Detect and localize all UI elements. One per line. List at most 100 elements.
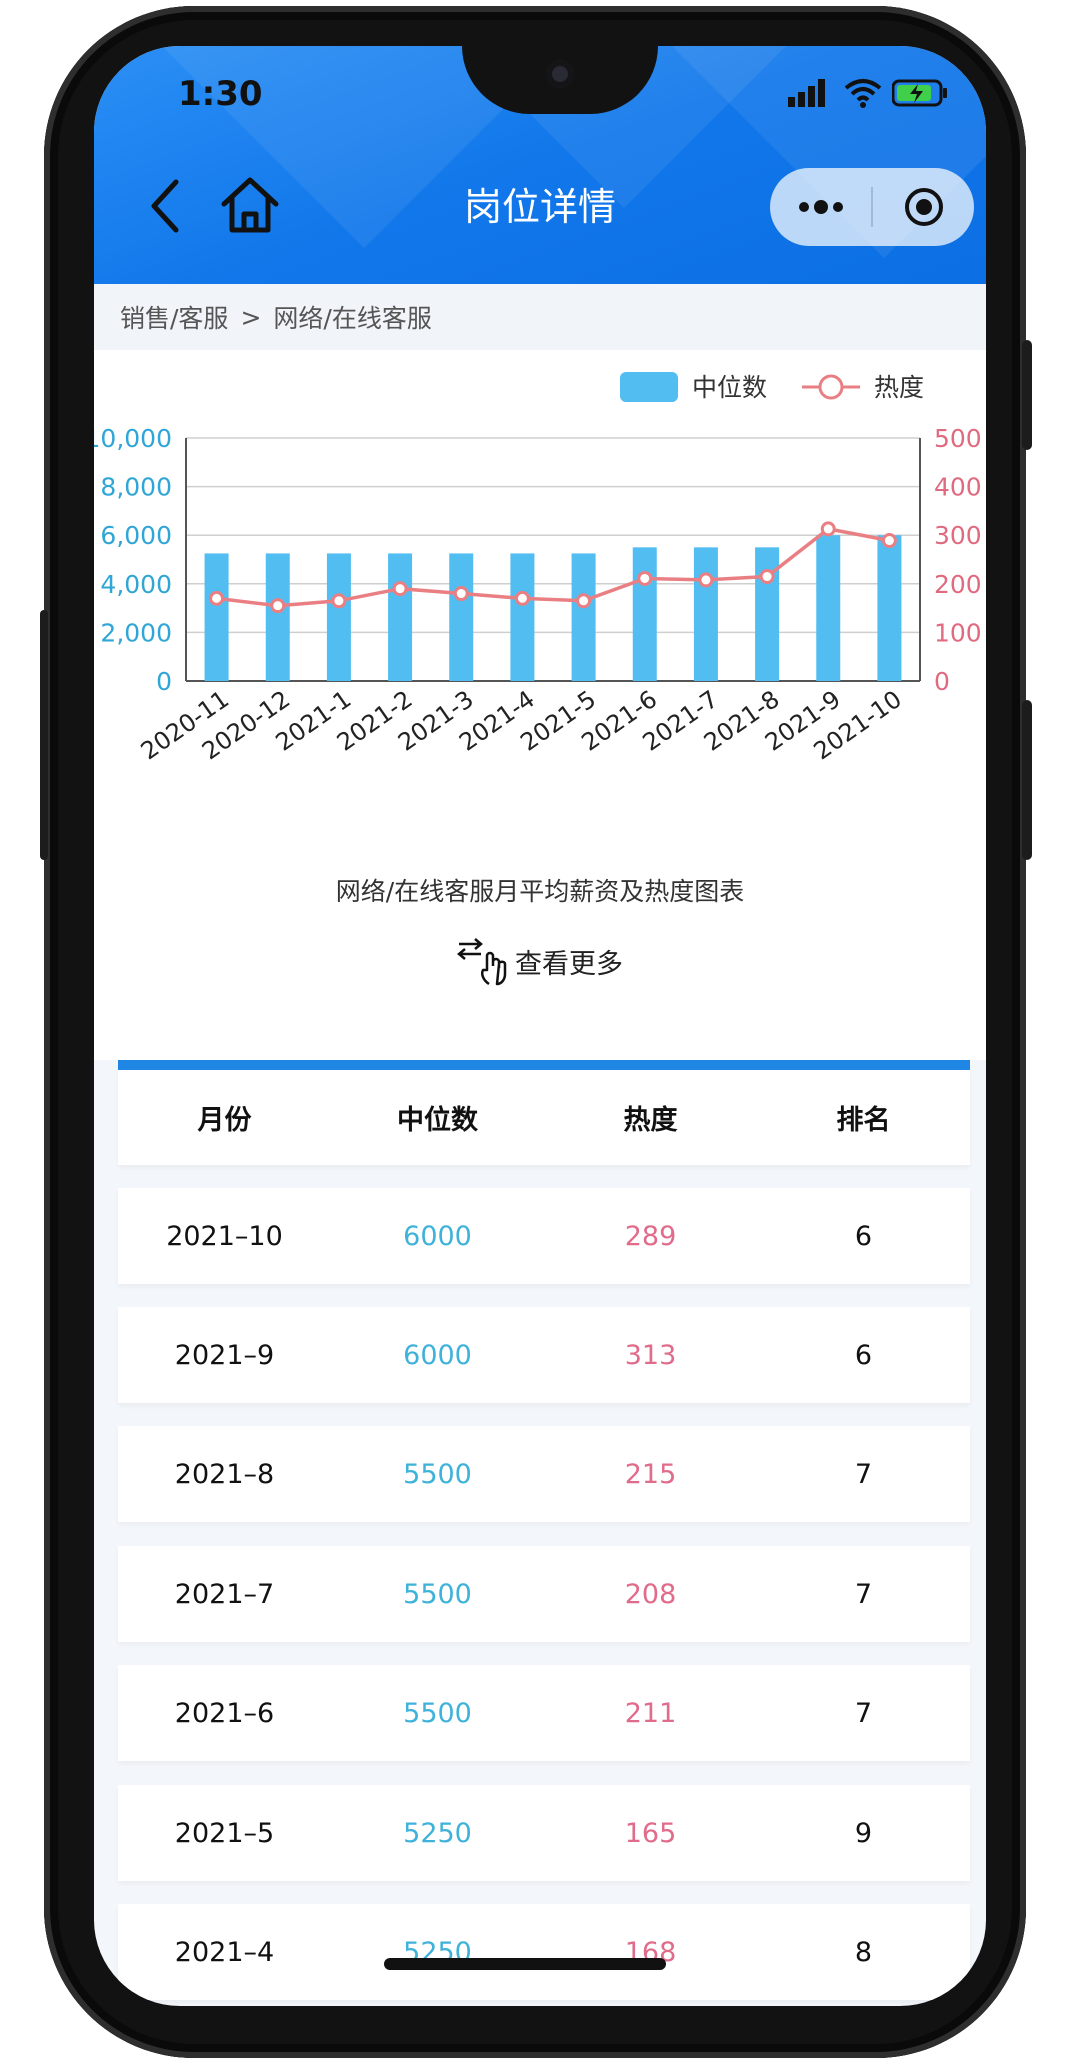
chart-card: 中位数 热度 0 2,000 4,000 6,000 8,000 10,000 0 100 2… (94, 350, 986, 1060)
legend-bar-swatch (620, 372, 678, 402)
bar (877, 535, 902, 681)
salary-heat-chart: 中位数 热度 0 2,000 4,000 6,000 8,000 10,000 0 100 2… (94, 372, 982, 765)
y-left-tick-label: 0 (156, 667, 172, 696)
bar (816, 535, 841, 681)
header-median: 中位数 (397, 1105, 478, 1136)
y-right-tick-label: 500 (934, 424, 982, 453)
cell-median: 5500 (403, 1578, 472, 1610)
mini-program-capsule (770, 168, 974, 246)
cell-heat: 208 (624, 1578, 677, 1610)
breadcrumb-category[interactable]: 销售/客服 (120, 299, 228, 335)
heat-point (881, 533, 897, 549)
power-button (1022, 340, 1032, 450)
legend-line-marker (818, 374, 844, 400)
y-right-tick-label: 0 (934, 667, 950, 696)
header-heat: 热度 (623, 1105, 678, 1136)
view-more-label: 查看更多 (515, 948, 623, 980)
y-right-tick-label: 200 (934, 570, 982, 599)
y-left-tick-label: 6,000 (100, 521, 172, 550)
cell-median: 5500 (403, 1697, 472, 1729)
cell-heat: 289 (624, 1220, 677, 1252)
heat-point (576, 593, 592, 609)
bar (693, 547, 718, 681)
cell-rank: 8 (854, 1936, 873, 1968)
more-dots-icon (798, 200, 843, 214)
cell-month: 2021–4 (174, 1936, 275, 1968)
table-row: 2021–9 6000 313 6 (118, 1307, 970, 1403)
cell-heat: 211 (624, 1697, 677, 1729)
legend-bar-label: 中位数 (692, 373, 767, 402)
heat-line (216, 527, 890, 608)
heat-point (331, 593, 347, 609)
screen: 1:30 岗位详情 销售/客服 > 网络/在线客服 中位数 热度 0 2,000… (94, 46, 986, 2006)
table-row: 2021–4 5250 168 8 (118, 1904, 970, 2000)
chart-title: 网络/在线客服月平均薪资及热度图表 (335, 877, 745, 906)
cell-rank: 7 (854, 1697, 873, 1729)
cell-median: 5250 (403, 1817, 472, 1849)
cell-month: 2021–10 (166, 1220, 283, 1252)
cell-rank: 6 (854, 1220, 873, 1252)
volume-button (40, 610, 48, 860)
cell-heat: 215 (624, 1458, 677, 1490)
table-row: 2021–7 5500 208 7 (118, 1546, 970, 1642)
heat-point (820, 521, 836, 537)
bar (204, 553, 229, 681)
cell-rank: 7 (854, 1458, 873, 1490)
bar (449, 553, 474, 681)
bar (510, 553, 535, 681)
legend-line-label: 热度 (874, 373, 924, 402)
table-header: 月份 中位数 热度 排名 (118, 1070, 970, 1165)
cell-rank: 9 (854, 1817, 873, 1849)
cell-median: 5500 (403, 1458, 472, 1490)
heat-point (514, 590, 530, 606)
battery-icon (892, 79, 947, 107)
side-button (1022, 700, 1032, 860)
cell-rank: 6 (854, 1339, 873, 1371)
table-row: 2021–10 6000 289 6 (118, 1188, 970, 1284)
cell-heat: 313 (624, 1339, 677, 1371)
cell-month: 2021–9 (174, 1339, 275, 1371)
bar (755, 547, 780, 681)
target-icon (904, 188, 943, 226)
camera (546, 60, 574, 88)
y-left-tick-label: 2,000 (100, 618, 172, 647)
y-right-tick-label: 300 (934, 521, 982, 550)
cell-median: 6000 (403, 1220, 472, 1252)
table-row: 2021–8 5500 215 7 (118, 1426, 970, 1522)
bar (326, 553, 351, 681)
breadcrumb-current: 网络/在线客服 (273, 304, 432, 333)
close-button[interactable] (873, 168, 974, 246)
y-right-tick-label: 400 (934, 473, 982, 502)
cell-median: 6000 (403, 1339, 472, 1371)
bar (265, 553, 290, 681)
y-left-tick-label: 10,000 (94, 424, 172, 453)
status-time: 1:30 (178, 74, 263, 114)
more-button[interactable] (770, 168, 871, 246)
signal-icon (788, 79, 825, 107)
heat-point (270, 598, 286, 614)
breadcrumb-separator: > (240, 302, 262, 332)
breadcrumb: 销售/客服 > 网络/在线客服 (94, 284, 986, 350)
heat-point (698, 572, 714, 588)
y-left-tick-label: 4,000 (100, 570, 172, 599)
status-icons (788, 78, 948, 108)
bar (632, 547, 657, 681)
cell-month: 2021–7 (174, 1578, 275, 1610)
bar (388, 553, 413, 681)
header-rank: 排名 (836, 1105, 891, 1136)
swipe-hand-icon (457, 938, 507, 986)
view-more-button[interactable]: 查看更多 (94, 936, 986, 986)
header-month: 月份 (197, 1105, 252, 1136)
cell-month: 2021–6 (174, 1697, 275, 1729)
cell-rank: 7 (854, 1578, 873, 1610)
heat-point (759, 569, 775, 585)
cell-month: 2021–5 (174, 1817, 275, 1849)
table-accent-bar (118, 1060, 970, 1070)
wifi-icon (844, 79, 882, 108)
heat-point (209, 590, 225, 606)
table-row: 2021–6 5500 211 7 (118, 1665, 970, 1761)
cell-month: 2021–8 (174, 1458, 275, 1490)
y-right-tick-label: 100 (934, 618, 982, 647)
heat-point (392, 581, 408, 597)
bar (571, 553, 596, 681)
